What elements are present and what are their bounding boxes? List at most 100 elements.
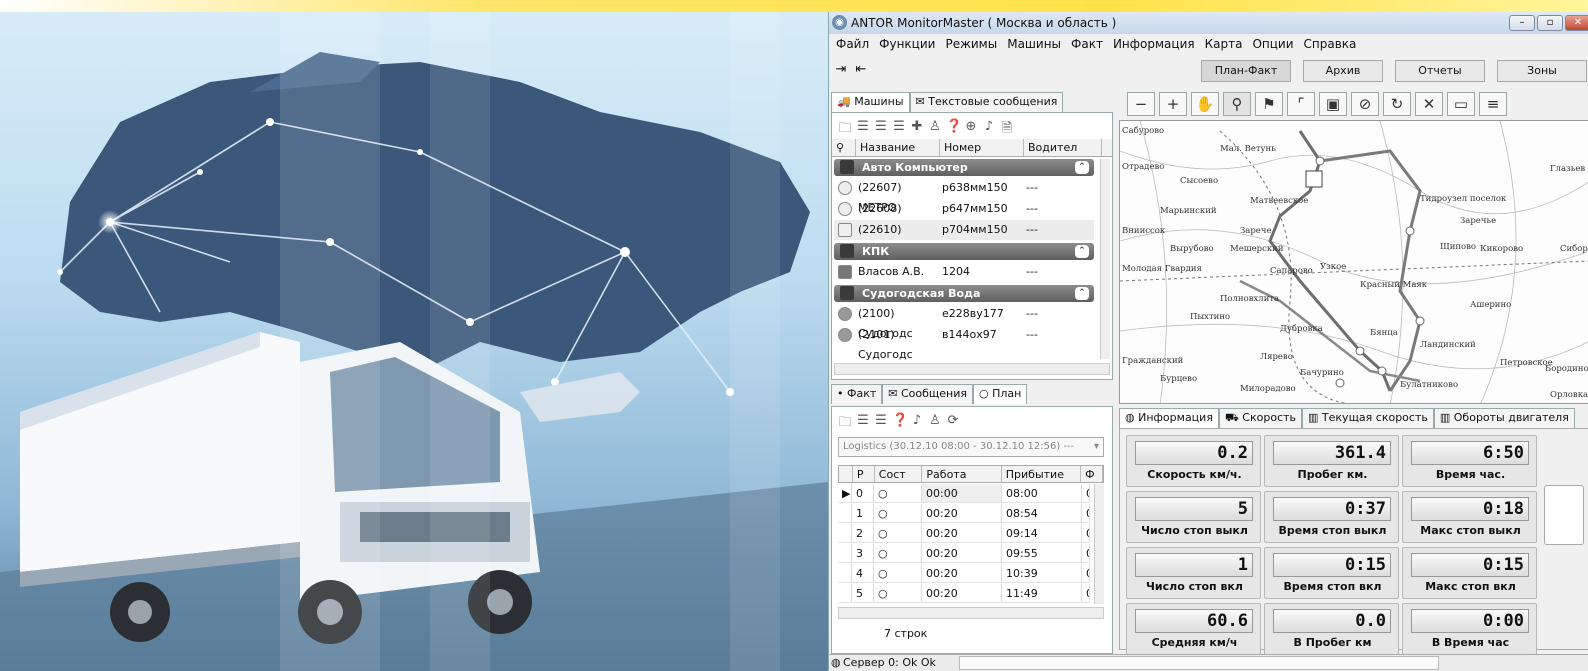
route-select[interactable]: Logistics (30.12.10 08:00 - 30.12.10 12:… (838, 437, 1104, 457)
state-circle-icon: ○ (874, 584, 922, 602)
vehicle-row-selected[interactable]: (22610) МЕТРОр704мм150--- (834, 220, 1094, 256)
group-header[interactable]: Авто Компьютер ⌃ (834, 159, 1094, 176)
group-header[interactable]: Судогодская Вода ⌃ (834, 285, 1094, 302)
person-icon[interactable]: ♙ (928, 119, 942, 141)
menu-options[interactable]: Опции (1247, 37, 1298, 51)
binoculars-icon[interactable]: ⚲ (832, 139, 856, 156)
corner-icon[interactable]: ⌜ (1287, 92, 1315, 116)
tab-information[interactable]: ◍ Информация (1119, 408, 1219, 428)
help-icon[interactable]: ❓ (892, 413, 908, 435)
dot-icon: • (837, 387, 844, 400)
vertical-scrollbar[interactable] (1094, 484, 1104, 604)
magnifier-icon[interactable]: ⚲ (1223, 92, 1251, 116)
menu-fact[interactable]: Факт (1066, 37, 1108, 51)
sound-icon[interactable]: ♪ (910, 413, 924, 435)
title-bar: ◉ ANTOR MonitorMaster ( Москва и область… (829, 12, 1588, 34)
list-icon[interactable]: ☰ (874, 413, 888, 435)
state-circle-icon: ○ (874, 544, 922, 562)
column-f[interactable]: Ф (1081, 466, 1103, 482)
folder-icon[interactable]: 🗀 (838, 413, 852, 435)
column-r[interactable]: Р (853, 466, 875, 482)
zoom-out-icon[interactable]: − (1127, 92, 1155, 116)
close-icon[interactable]: ✕ (1565, 15, 1588, 31)
target-icon[interactable]: ⊕ (964, 119, 978, 141)
plan-row[interactable]: 5○00:2011:490( (838, 584, 1090, 603)
column-arrival[interactable]: Прибытие (1002, 466, 1082, 482)
tab-speed[interactable]: ⛟ Скорость (1218, 408, 1303, 428)
list-icon[interactable]: ☰ (856, 119, 870, 141)
add-icon[interactable]: ✚ (910, 119, 924, 141)
tab-fact[interactable]: • Факт (831, 384, 883, 404)
list-icon[interactable]: ☰ (856, 413, 870, 435)
chevron-up-icon[interactable]: ⌃ (1075, 161, 1089, 174)
plan-row[interactable]: 1○00:2008:540( (838, 504, 1090, 523)
pin-icon[interactable]: ⚑ (1255, 92, 1283, 116)
tab-messages[interactable]: ✉ Сообщения (882, 384, 973, 404)
state-circle-icon: ○ (874, 564, 922, 582)
column-driver[interactable]: Водител (1024, 139, 1102, 156)
tab-text-messages[interactable]: ✉ Текстовые сообщения (909, 92, 1064, 112)
frame-icon[interactable]: ▣ (1319, 92, 1347, 116)
layers-icon[interactable]: ≡ (1479, 92, 1507, 116)
zoom-in-icon[interactable]: + (1159, 92, 1187, 116)
gauge-time: ◷6:50Время час. (1402, 435, 1537, 487)
vehicle-row[interactable]: (2100) Судогодс е228ву177 --- (834, 304, 1094, 340)
menu-vehicles[interactable]: Машины (1002, 37, 1066, 51)
tab-engine-rpm[interactable]: ▥ Обороты двигателя (1433, 408, 1575, 428)
map-label: Отрадево (1122, 162, 1164, 172)
menu-info[interactable]: Информация (1108, 37, 1200, 51)
vehicle-row[interactable]: Власов А.В. 1204 --- (834, 262, 1094, 282)
menu-help[interactable]: Справка (1299, 37, 1362, 51)
tab-vehicles[interactable]: 🚚 Машины (831, 92, 910, 112)
tab-reports[interactable]: Отчеты (1395, 60, 1485, 82)
vehicle-row[interactable]: (22608) МЕТРОр647мм150--- (834, 199, 1094, 235)
tab-archive[interactable]: Архив (1303, 60, 1383, 82)
maximize-icon[interactable]: ▫ (1537, 15, 1563, 31)
logout-icon[interactable]: ⇤ (853, 62, 869, 78)
measure-icon[interactable]: ⊘ (1351, 92, 1379, 116)
vehicle-row[interactable]: (2101) Судогодс в144ох97 --- (834, 325, 1094, 361)
ruler-icon[interactable]: ▭ (1447, 92, 1475, 116)
horizontal-scrollbar[interactable] (834, 363, 1110, 375)
map-label: Зарече (1240, 226, 1272, 236)
vertical-scrollbar[interactable] (1100, 159, 1110, 359)
map-view[interactable]: Сабурово Мал. Ветунь Отрадево Сысоево Ма… (1119, 120, 1588, 404)
help-icon[interactable]: ❓ (946, 119, 962, 141)
hand-pan-icon[interactable]: ✋ (1191, 92, 1219, 116)
folder-icon[interactable]: 🗀 (838, 119, 852, 141)
chevron-up-icon[interactable]: ⌃ (1075, 287, 1089, 300)
horizontal-scrollbar[interactable] (838, 607, 1104, 619)
column-name[interactable]: Название (856, 139, 940, 156)
vehicle-row[interactable]: (22607) МЕТРО р638мм150 --- (834, 178, 1094, 214)
tab-current-speed[interactable]: ▥ Текущая скорость (1302, 408, 1434, 428)
menu-modes[interactable]: Режимы (940, 37, 1002, 51)
column-number[interactable]: Номер (940, 139, 1024, 156)
rotate-icon[interactable]: ↻ (1383, 92, 1411, 116)
plan-row[interactable]: 3○00:2009:550( (838, 544, 1090, 563)
minimize-icon[interactable]: – (1509, 15, 1535, 31)
menu-functions[interactable]: Функции (874, 37, 940, 51)
sound-icon[interactable]: ♪ (982, 119, 996, 141)
row-count: 7 строк (884, 627, 928, 640)
plan-row[interactable]: ▶0○00:0008:000( (838, 484, 1090, 503)
column-state[interactable]: Сост (875, 466, 923, 482)
chevron-up-icon[interactable]: ⌃ (1075, 245, 1089, 258)
tab-plan[interactable]: ○ План (973, 384, 1028, 404)
cross-icon[interactable]: ✕ (1415, 92, 1443, 116)
gauge-stops-off-max: ◷0:18Макс стоп выкл (1402, 491, 1537, 543)
plan-row[interactable]: 2○00:2009:140( (838, 524, 1090, 543)
group-header[interactable]: КПК ⌃ (834, 243, 1094, 260)
list-icon[interactable]: ☰ (892, 119, 906, 141)
refresh-icon[interactable]: ⟳ (946, 413, 960, 435)
gauge-mileage: ▭361.4Пробег км. (1264, 435, 1399, 487)
tab-zones[interactable]: Зоны (1497, 60, 1587, 82)
column-work[interactable]: Работа (922, 466, 1002, 482)
plan-row[interactable]: 4○00:2010:390( (838, 564, 1090, 583)
menu-file[interactable]: Файл (831, 37, 874, 51)
person-icon[interactable]: ♙ (928, 413, 942, 435)
document-icon[interactable]: 🗎 (1000, 119, 1014, 141)
list-icon[interactable]: ☰ (874, 119, 888, 141)
tab-plan-fact[interactable]: План-Факт (1201, 60, 1291, 82)
login-icon[interactable]: ⇥ (833, 62, 849, 78)
menu-map[interactable]: Карта (1200, 37, 1248, 51)
